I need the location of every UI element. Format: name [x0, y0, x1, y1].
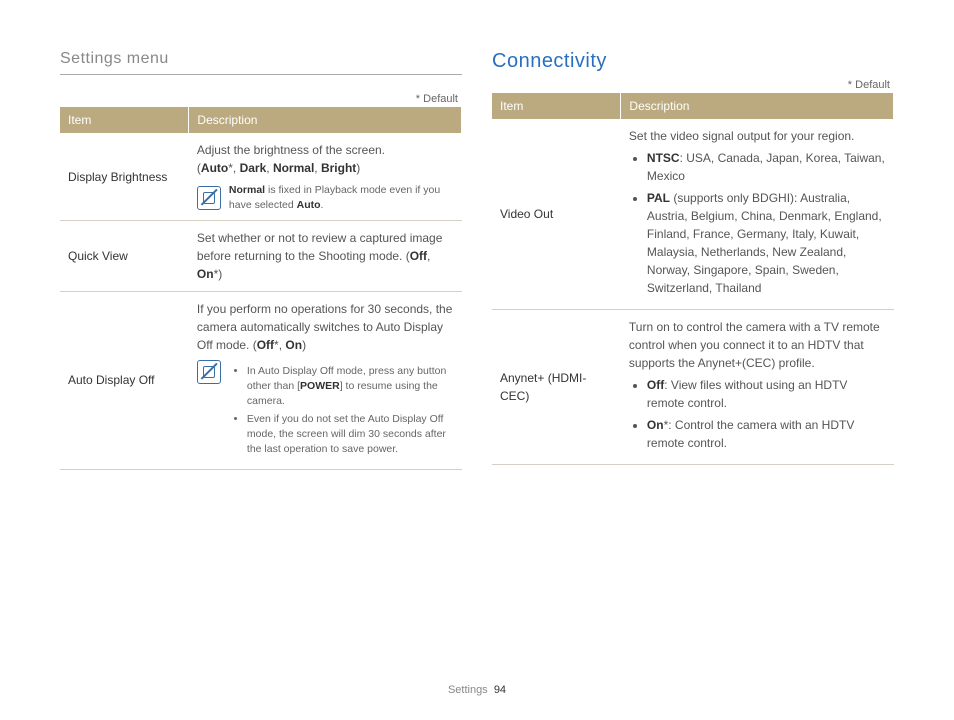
- table-row: Auto Display Off If you perform no opera…: [60, 292, 462, 469]
- options-group: (Auto*, Dark, Normal, Bright): [197, 161, 360, 175]
- header-item: Item: [60, 107, 189, 133]
- page-footer: Settings 94: [0, 684, 954, 696]
- default-marker-left: * Default: [60, 93, 458, 105]
- section-title-connectivity: Connectivity: [492, 50, 894, 73]
- item-cell: Display Brightness: [60, 133, 189, 221]
- settings-table-right: Item Description Video Out Set the video…: [492, 93, 894, 465]
- table-row: Quick View Set whether or not to review …: [60, 221, 462, 292]
- header-description: Description: [621, 93, 894, 119]
- table-row: Display Brightness Adjust the brightness…: [60, 133, 462, 221]
- table-row: Video Out Set the video signal output fo…: [492, 119, 894, 310]
- description-cell: If you perform no operations for 30 seco…: [189, 292, 462, 469]
- note-block: Normal is fixed in Playback mode even if…: [197, 183, 454, 212]
- footer-section: Settings: [448, 684, 488, 696]
- description-cell: Adjust the brightness of the screen. (Au…: [189, 133, 462, 221]
- header-description: Description: [189, 107, 462, 133]
- note-icon: [197, 360, 221, 384]
- default-marker-right: * Default: [492, 79, 890, 91]
- table-row: Anynet+ (HDMI-CEC) Turn on to control th…: [492, 310, 894, 465]
- note-bullet: Even if you do not set the Auto Display …: [247, 412, 454, 456]
- item-cell: Quick View: [60, 221, 189, 292]
- option-bullet: PAL (supports only BDGHI): Australia, Au…: [647, 189, 886, 297]
- description-cell: Turn on to control the camera with a TV …: [621, 310, 894, 465]
- description-cell: Set whether or not to review a captured …: [189, 221, 462, 292]
- note-text: In Auto Display Off mode, press any butt…: [229, 360, 454, 460]
- right-column: Connectivity * Default Item Description …: [492, 50, 894, 470]
- settings-table-left: Item Description Display Brightness Adju…: [60, 107, 462, 470]
- item-cell: Anynet+ (HDMI-CEC): [492, 310, 621, 465]
- note-icon: [197, 186, 221, 210]
- option-bullet: NTSC: USA, Canada, Japan, Korea, Taiwan,…: [647, 149, 886, 185]
- footer-page-number: 94: [494, 684, 506, 696]
- option-bullet: On*: Control the camera with an HDTV rem…: [647, 416, 886, 452]
- breadcrumb: Settings menu: [60, 50, 462, 75]
- note-block: In Auto Display Off mode, press any butt…: [197, 360, 454, 460]
- table-header-row: Item Description: [492, 93, 894, 119]
- note-text: Normal is fixed in Playback mode even if…: [229, 183, 454, 212]
- header-item: Item: [492, 93, 621, 119]
- left-column: Settings menu * Default Item Description…: [60, 50, 462, 470]
- table-header-row: Item Description: [60, 107, 462, 133]
- option-bullet: Off: View files without using an HDTV re…: [647, 376, 886, 412]
- item-cell: Auto Display Off: [60, 292, 189, 469]
- item-cell: Video Out: [492, 119, 621, 310]
- description-cell: Set the video signal output for your reg…: [621, 119, 894, 310]
- note-bullet: In Auto Display Off mode, press any butt…: [247, 364, 454, 408]
- desc-text: Adjust the brightness of the screen.: [197, 143, 385, 157]
